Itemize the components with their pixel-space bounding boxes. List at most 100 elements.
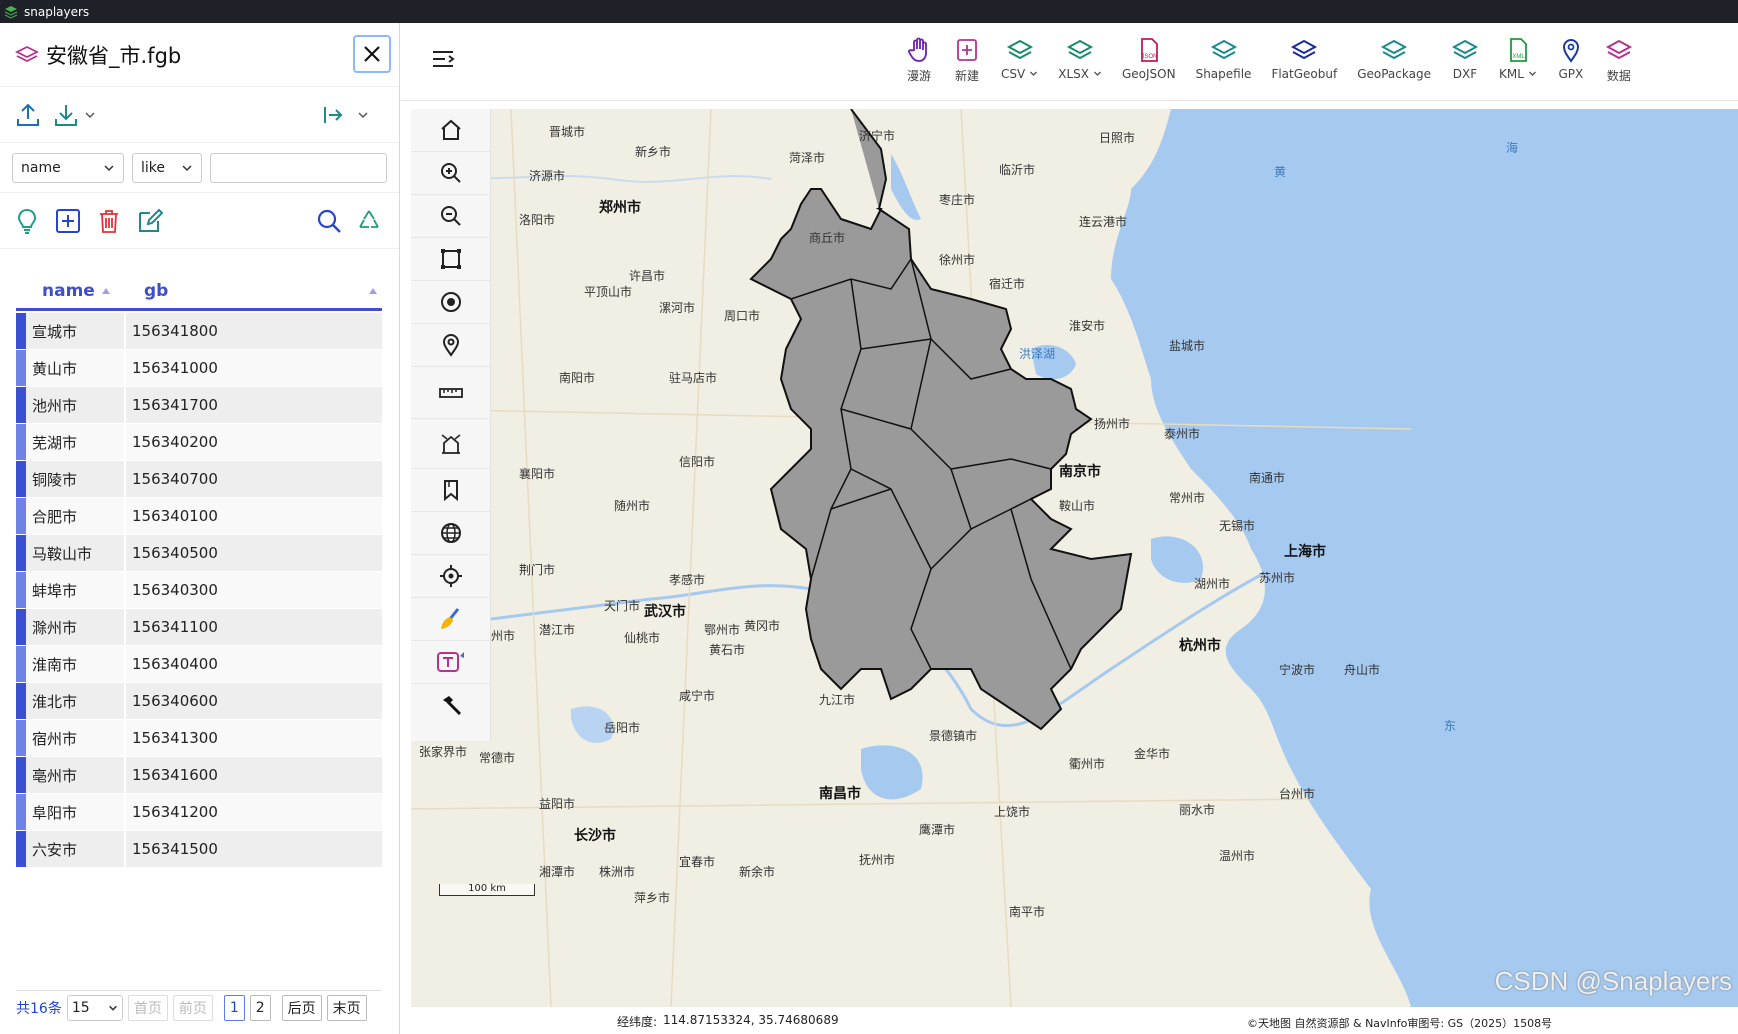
tool-数据[interactable]: 数据 xyxy=(1595,37,1643,84)
tool-geojson[interactable]: JSON GeoJSON xyxy=(1112,37,1186,84)
table-row[interactable]: 阜阳市 156341200 xyxy=(16,794,382,831)
map-city-label: 舟山市 xyxy=(1344,663,1381,677)
map-city-label: 鞍山市 xyxy=(1059,499,1096,513)
tool-dxf[interactable]: DXF xyxy=(1441,37,1489,84)
map-city-label: 宜春市 xyxy=(679,855,716,869)
table-row[interactable]: 铜陵市 156340700 xyxy=(16,461,382,498)
kml-icon: XML xyxy=(1510,38,1527,62)
upload-icon xyxy=(17,103,39,126)
delete-button[interactable] xyxy=(96,207,122,235)
edit-button[interactable] xyxy=(136,207,164,235)
table-row[interactable]: 合肥市 156340100 xyxy=(16,498,382,535)
filter-value-input[interactable] xyxy=(210,152,387,183)
geojson-icon: JSON xyxy=(1140,38,1158,62)
home-icon xyxy=(440,119,461,140)
map-city-label: 枣庄市 xyxy=(939,193,976,207)
download-button[interactable] xyxy=(52,101,80,129)
tool-label-text: GPX xyxy=(1558,67,1584,81)
table-row[interactable]: 宿州市 156341300 xyxy=(16,720,382,757)
close-button[interactable] xyxy=(353,35,391,73)
tool-label-text: 数据 xyxy=(1606,69,1631,83)
tool-新建[interactable]: 新建 xyxy=(943,37,991,84)
map-city-label: 盐城市 xyxy=(1169,339,1206,353)
column-header-name-label: name xyxy=(42,280,95,301)
prev-page-button[interactable]: 前页 xyxy=(172,994,213,1021)
map-city-label: 济宁市 xyxy=(859,129,896,143)
target-button[interactable] xyxy=(411,281,490,324)
tool-csv[interactable]: CSV xyxy=(991,37,1048,84)
box-select-button[interactable] xyxy=(411,238,490,281)
tool-kml[interactable]: XML KML xyxy=(1489,37,1547,84)
cell-gb: 156341600 xyxy=(126,757,382,793)
map-city-label: 上饶市 xyxy=(994,805,1031,819)
zoom-in-button[interactable] xyxy=(411,152,490,195)
table-row[interactable]: 淮北市 156340600 xyxy=(16,683,382,720)
highlight-button[interactable] xyxy=(14,207,40,235)
map-city-label: 宁波市 xyxy=(1279,663,1316,677)
download-dropdown[interactable] xyxy=(84,109,96,121)
column-header-name[interactable]: name xyxy=(16,281,124,301)
field-select[interactable]: name xyxy=(12,152,124,183)
home-button[interactable] xyxy=(411,109,490,152)
table-row[interactable]: 宣城市 156341800 xyxy=(16,313,382,350)
action-row xyxy=(0,193,399,249)
table-row[interactable]: 芜湖市 156340200 xyxy=(16,424,382,461)
last-page-button[interactable]: 末页 xyxy=(326,994,367,1021)
tools-button[interactable] xyxy=(411,684,490,727)
clear-button[interactable] xyxy=(411,598,490,641)
cell-name: 淮南市 xyxy=(26,646,124,682)
search-button[interactable] xyxy=(315,207,343,235)
tool-shapefile[interactable]: Shapefile xyxy=(1186,37,1262,84)
upload-button[interactable] xyxy=(14,101,42,129)
export-button[interactable] xyxy=(321,103,345,127)
next-page-button[interactable]: 后页 xyxy=(281,994,322,1021)
first-page-button[interactable]: 首页 xyxy=(127,994,168,1021)
table-row[interactable]: 淮南市 156340400 xyxy=(16,646,382,683)
table-row[interactable]: 滁州市 156341100 xyxy=(16,609,382,646)
map-view[interactable]: 晋城市 济源市 新乡市 郑州市 洛阳市 菏泽市 济宁市 临沂市 日照市 枣庄市 连云港市 商丘市 徐州市… xyxy=(411,109,1738,1007)
chevron-down-icon xyxy=(1093,71,1101,76)
locate-button[interactable] xyxy=(411,555,490,598)
table-row[interactable]: 黄山市 156341000 xyxy=(16,350,382,387)
coords-label: 经纬度: xyxy=(617,1015,658,1029)
text-tool-button[interactable] xyxy=(411,641,490,684)
column-header-gb[interactable]: gb xyxy=(124,281,382,301)
row-color-swatch xyxy=(16,794,26,830)
zoom-out-button[interactable] xyxy=(411,195,490,238)
add-box-icon xyxy=(56,208,80,233)
app-logo-icon xyxy=(4,5,18,19)
tool-geopackage[interactable]: GeoPackage xyxy=(1347,37,1441,84)
ruler-icon xyxy=(438,387,463,398)
refresh-button[interactable] xyxy=(355,207,383,235)
export-dropdown[interactable] xyxy=(357,109,369,121)
bookmark-button[interactable] xyxy=(411,469,490,512)
page-1-button[interactable]: 1 xyxy=(223,994,245,1021)
map-city-label: 连云港市 xyxy=(1079,215,1128,229)
table-row[interactable]: 蚌埠市 156340300 xyxy=(16,572,382,609)
marker-button[interactable] xyxy=(411,324,490,367)
measure-button[interactable] xyxy=(411,367,490,419)
basemap-button[interactable] xyxy=(411,512,490,555)
cell-name: 亳州市 xyxy=(26,757,124,793)
cell-gb: 156341700 xyxy=(126,387,382,423)
table-row[interactable]: 亳州市 156341600 xyxy=(16,757,382,794)
coords-value: 114.87153324, 35.74680689 xyxy=(663,1013,839,1027)
map-city-label: 徐州市 xyxy=(939,253,976,267)
tool-gpx[interactable]: GPX xyxy=(1547,37,1595,84)
format-tools: 漫游 新建 CSV XLSX JSON GeoJSON Shapefile FlatGeobu… xyxy=(895,37,1643,84)
page-2-button[interactable]: 2 xyxy=(249,994,271,1021)
tool-flatgeobuf[interactable]: FlatGeobuf xyxy=(1261,37,1347,84)
map-city-label: 菏泽市 xyxy=(789,151,826,165)
tool-漫游[interactable]: 漫游 xyxy=(895,37,943,84)
zoom-in-icon xyxy=(440,163,461,183)
tool-xlsx[interactable]: XLSX xyxy=(1048,37,1112,84)
operator-select[interactable]: like xyxy=(132,152,202,183)
area-measure-button[interactable] xyxy=(411,419,490,469)
table-row[interactable]: 池州市 156341700 xyxy=(16,387,382,424)
menu-button[interactable] xyxy=(431,49,455,69)
add-feature-button[interactable] xyxy=(54,207,82,235)
page-size-select[interactable]: 15 xyxy=(66,994,123,1021)
table-row[interactable]: 马鞍山市 156340500 xyxy=(16,535,382,572)
table-row[interactable]: 六安市 156341500 xyxy=(16,831,382,868)
tool-label: DXF xyxy=(1453,67,1477,81)
